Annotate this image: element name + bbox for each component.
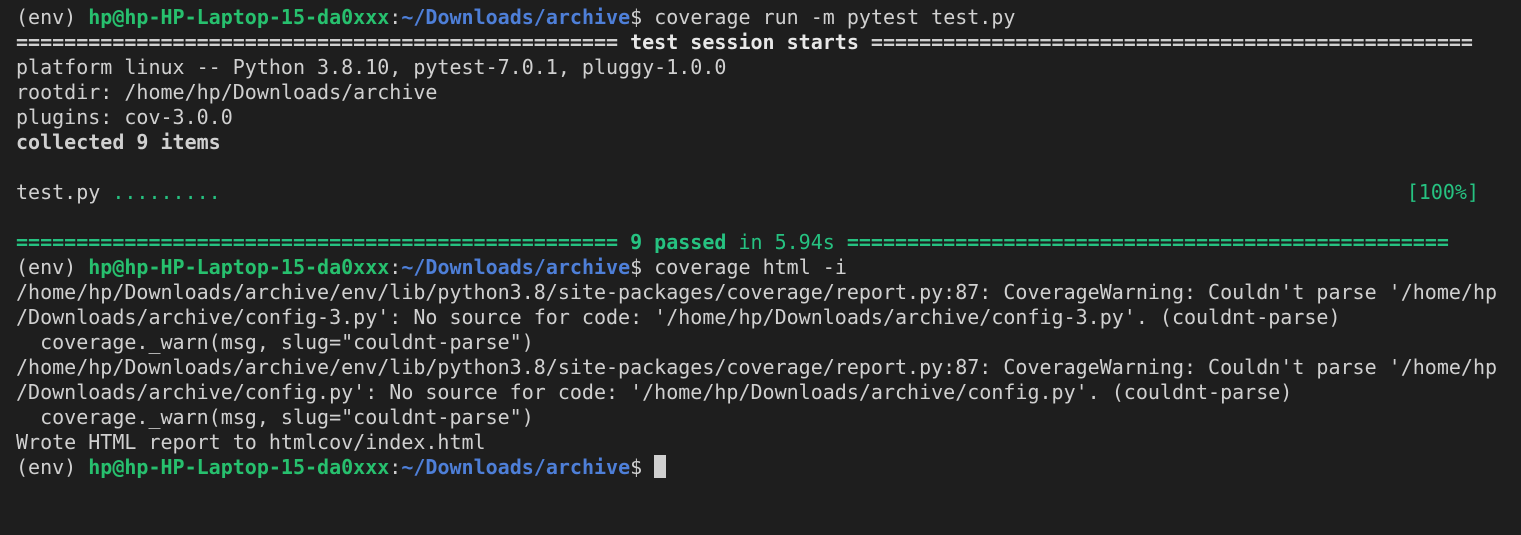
user-host: hp@hp-HP-Laptop-15-da0xxx bbox=[88, 5, 390, 29]
cwd-path: ~/Downloads/archive bbox=[401, 455, 631, 479]
prompt-dollar: $ bbox=[630, 455, 655, 479]
env-label: (env) bbox=[16, 255, 89, 279]
env-label: (env) bbox=[16, 5, 89, 29]
summary-equals-right: ========================================… bbox=[846, 230, 1449, 254]
prompt-dollar: $ bbox=[630, 5, 655, 29]
session-title: test session starts bbox=[630, 30, 859, 54]
text-cursor bbox=[654, 455, 667, 478]
test-file-name: test.py bbox=[16, 180, 113, 204]
terminal-window[interactable]: (env) hp@hp-HP-Laptop-15-da0xxx:~/Downlo… bbox=[0, 0, 1521, 535]
collected-line: collected 9 items bbox=[16, 130, 221, 154]
duration-text: in 5.94s bbox=[726, 230, 847, 254]
passed-count: 9 passed bbox=[630, 230, 727, 254]
env-label: (env) bbox=[16, 455, 89, 479]
prompt-colon: : bbox=[389, 5, 402, 29]
command-text: coverage html -i bbox=[654, 255, 847, 279]
user-host: hp@hp-HP-Laptop-15-da0xxx bbox=[88, 455, 390, 479]
progress-percent: [100%] bbox=[1406, 180, 1479, 204]
test-result-line: test.py ......... [100%] bbox=[16, 180, 1521, 205]
user-host: hp@hp-HP-Laptop-15-da0xxx bbox=[88, 255, 390, 279]
warning-line: /home/hp/Downloads/archive/env/lib/pytho… bbox=[16, 355, 1498, 379]
wrote-report-line: Wrote HTML report to htmlcov/index.html bbox=[16, 430, 486, 454]
warning-line: /Downloads/archive/config.py': No source… bbox=[16, 380, 1293, 404]
summary-equals-left: ========================================… bbox=[16, 230, 631, 254]
test-dots: ......... bbox=[112, 180, 221, 204]
cwd-path: ~/Downloads/archive bbox=[401, 255, 631, 279]
prompt-line-3[interactable]: (env) hp@hp-HP-Laptop-15-da0xxx:~/Downlo… bbox=[16, 455, 1521, 480]
summary-line: ========================================… bbox=[16, 230, 1521, 255]
rootdir-line: rootdir: /home/hp/Downloads/archive bbox=[16, 80, 438, 104]
warning-line: /Downloads/archive/config-3.py': No sour… bbox=[16, 305, 1341, 329]
warning-line: /home/hp/Downloads/archive/env/lib/pytho… bbox=[16, 280, 1498, 304]
cwd-path: ~/Downloads/archive bbox=[401, 5, 631, 29]
platform-line: platform linux -- Python 3.8.10, pytest-… bbox=[16, 55, 727, 79]
warning-line: coverage._warn(msg, slug="couldnt-parse"… bbox=[16, 330, 534, 354]
prompt-colon: : bbox=[389, 455, 402, 479]
command-text: coverage run -m pytest test.py bbox=[654, 5, 1016, 29]
prompt-line-2: (env) hp@hp-HP-Laptop-15-da0xxx:~/Downlo… bbox=[16, 255, 1521, 280]
plugins-line: plugins: cov-3.0.0 bbox=[16, 105, 233, 129]
header-equals-right: ========================================… bbox=[858, 30, 1473, 54]
warning-line: coverage._warn(msg, slug="couldnt-parse"… bbox=[16, 405, 534, 429]
prompt-dollar: $ bbox=[630, 255, 655, 279]
header-equals-left: ========================================… bbox=[16, 30, 631, 54]
session-header: ========================================… bbox=[16, 30, 1521, 55]
prompt-line-1: (env) hp@hp-HP-Laptop-15-da0xxx:~/Downlo… bbox=[16, 5, 1521, 30]
prompt-colon: : bbox=[389, 255, 402, 279]
